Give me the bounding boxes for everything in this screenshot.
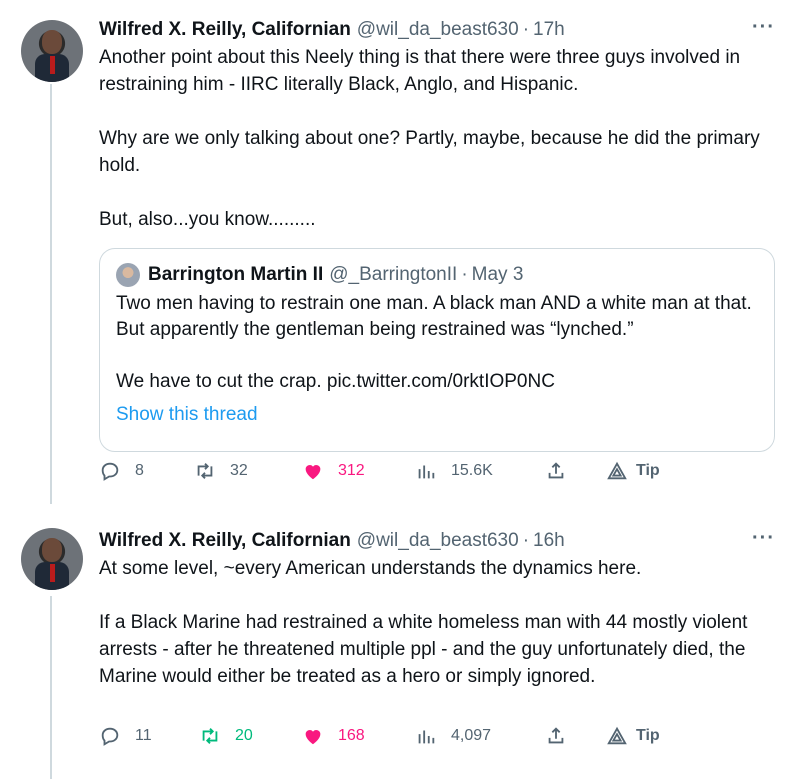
quoted-paragraph: We have to cut the crap. pic.twitter.com…: [116, 371, 555, 392]
author-name[interactable]: Wilfred X. Reilly, Californian: [99, 529, 351, 553]
quoted-author-handle: @_BarringtonII: [329, 264, 458, 285]
tip-button[interactable]: Tip: [606, 460, 660, 482]
separator-dot: ·: [522, 19, 530, 40]
tweet-header: Wilfred X. Reilly, Californian @wil_da_b…: [99, 529, 775, 553]
timestamp[interactable]: 17h: [533, 18, 565, 42]
quoted-tweet[interactable]: Barrington Martin II @_BarringtonII · Ma…: [99, 248, 775, 452]
timestamp[interactable]: 16h: [533, 529, 565, 553]
quoted-avatar: [116, 263, 140, 287]
reply-count: 11: [135, 727, 152, 744]
more-icon[interactable]: ···: [752, 17, 775, 37]
separator-dot: ·: [522, 530, 530, 551]
tweet: Wilfred X. Reilly, Californian @wil_da_b…: [99, 17, 775, 233]
tweet-header: Wilfred X. Reilly, Californian @wil_da_b…: [99, 18, 775, 42]
tweet-text: At some level, ~every American understan…: [99, 555, 775, 690]
reply-button[interactable]: 11: [99, 725, 152, 747]
avatar[interactable]: [21, 20, 83, 82]
tweet-paragraph: If a Black Marine had restrained a white…: [99, 612, 748, 687]
like-count: 312: [338, 462, 365, 479]
retweet-button[interactable]: 32: [194, 460, 248, 482]
tweet-paragraph: Another point about this Neely thing is …: [99, 47, 741, 95]
retweet-button[interactable]: 20: [199, 725, 253, 747]
tweet-paragraph: But, also...you know.........: [99, 209, 316, 230]
separator-dot: ·: [461, 264, 468, 285]
tweet-paragraph: Why are we only talking about one? Partl…: [99, 128, 760, 176]
tip-icon: [607, 461, 627, 480]
tip-label: Tip: [636, 462, 660, 479]
share-icon: [548, 727, 564, 744]
tweet-paragraph: At some level, ~every American understan…: [99, 558, 642, 579]
heart-icon: [305, 465, 321, 480]
views-icon: [418, 730, 435, 744]
thread-connector-line: [50, 596, 52, 779]
retweet-count: 32: [230, 462, 248, 479]
thread-connector-line: [50, 84, 52, 504]
retweet-count: 20: [235, 727, 253, 744]
quoted-author-name: Barrington Martin II: [148, 264, 324, 285]
author-name[interactable]: Wilfred X. Reilly, Californian: [99, 18, 351, 42]
author-handle[interactable]: @wil_da_beast630: [357, 529, 519, 553]
tip-label: Tip: [636, 727, 660, 744]
reply-icon: [101, 727, 119, 746]
quoted-tweet-text: Two men having to restrain one man. A bl…: [116, 291, 758, 395]
quoted-tweet-header: Barrington Martin II @_BarringtonII · Ma…: [116, 263, 758, 287]
reply-icon: [101, 462, 119, 481]
quoted-date: May 3: [471, 264, 524, 285]
like-button[interactable]: 312: [302, 460, 365, 482]
retweet-icon: [202, 728, 218, 744]
share-button[interactable]: [545, 460, 567, 482]
quoted-paragraph: Two men having to restrain one man. A bl…: [116, 293, 752, 340]
retweet-icon: [197, 463, 213, 479]
views-button[interactable]: 4,097: [415, 725, 491, 747]
tip-icon: [607, 726, 627, 745]
tweet: Wilfred X. Reilly, Californian @wil_da_b…: [99, 528, 775, 690]
views-count: 15.6K: [451, 462, 493, 479]
heart-icon: [305, 730, 321, 745]
like-count: 168: [338, 727, 365, 744]
more-icon[interactable]: ···: [752, 528, 775, 548]
share-icon: [548, 462, 564, 479]
show-thread-link[interactable]: Show this thread: [116, 403, 758, 427]
avatar[interactable]: [21, 528, 83, 590]
tweet-text: Another point about this Neely thing is …: [99, 44, 775, 233]
views-count: 4,097: [451, 727, 492, 744]
like-button[interactable]: 168: [302, 725, 365, 747]
views-icon: [418, 465, 435, 479]
author-handle[interactable]: @wil_da_beast630: [357, 18, 519, 42]
share-button[interactable]: [545, 725, 567, 747]
reply-button[interactable]: 8: [99, 460, 144, 482]
reply-count: 8: [135, 462, 144, 479]
tip-button[interactable]: Tip: [606, 725, 660, 747]
views-button[interactable]: 15.6K: [415, 460, 493, 482]
